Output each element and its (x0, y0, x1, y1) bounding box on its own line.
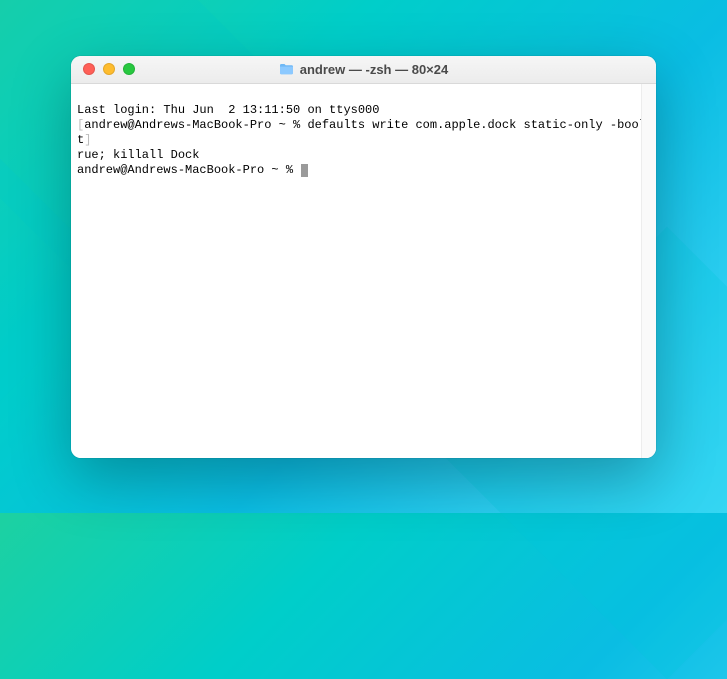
terminal-body[interactable]: Last login: Thu Jun 2 13:11:50 on ttys00… (71, 84, 656, 458)
home-folder-icon (279, 63, 294, 75)
terminal-line-1: [andrew@Andrews-MacBook-Pro ~ % defaults… (77, 118, 650, 148)
prompt-right-bracket: ] (84, 133, 91, 147)
terminal-window: andrew — -zsh — 80×24 Last login: Thu Ju… (71, 56, 656, 458)
prompt-text: andrew@Andrews-MacBook-Pro ~ % (84, 118, 307, 132)
window-title: andrew — -zsh — 80×24 (300, 62, 448, 77)
scrollbar[interactable] (641, 84, 656, 458)
terminal-line-last-login: Last login: Thu Jun 2 13:11:50 on ttys00… (77, 103, 650, 118)
command-text-part2: rue; killall Dock (77, 148, 199, 162)
terminal-line-3: andrew@Andrews-MacBook-Pro ~ % (77, 163, 650, 178)
terminal-line-2: rue; killall Dock (77, 148, 650, 163)
traffic-lights (71, 63, 135, 75)
titlebar[interactable]: andrew — -zsh — 80×24 (71, 56, 656, 84)
prompt-text: andrew@Andrews-MacBook-Pro ~ % (77, 163, 300, 177)
cursor (301, 164, 308, 177)
minimize-button[interactable] (103, 63, 115, 75)
window-title-wrap: andrew — -zsh — 80×24 (71, 62, 656, 77)
close-button[interactable] (83, 63, 95, 75)
maximize-button[interactable] (123, 63, 135, 75)
